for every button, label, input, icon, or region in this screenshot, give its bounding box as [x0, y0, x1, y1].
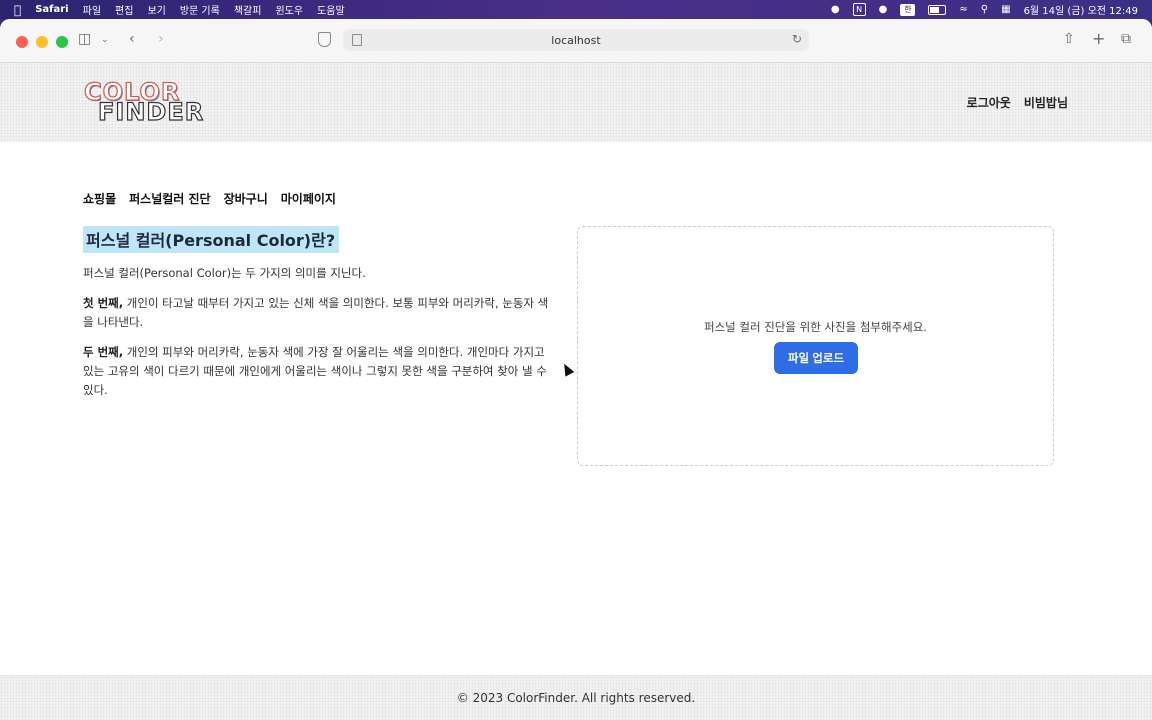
nav-cart[interactable]: 장바구니: [224, 190, 268, 207]
logout-link[interactable]: 로그아웃: [967, 94, 1011, 111]
reload-icon[interactable]: ↻: [792, 32, 802, 46]
address-text: localhost: [551, 33, 601, 47]
footer-copyright: © 2023 ColorFinder. All rights reserved.: [456, 691, 696, 705]
new-tab-button[interactable]: +: [1092, 29, 1105, 48]
paragraph-3-lead: 두 번째,: [83, 345, 124, 359]
menu-file[interactable]: 파일: [83, 2, 101, 17]
forward-button[interactable]: ›: [158, 31, 164, 47]
n-app-icon[interactable]: N: [852, 3, 866, 16]
apple-menu-icon[interactable]: : [14, 3, 21, 17]
browser-window: ◫ ⌄ ‹ › localhost ↻ ⇧ + ⧉ COLOR FINDER 로…: [0, 19, 1152, 720]
web-page: COLOR FINDER 로그아웃 비빔밥님 쇼핑몰 퍼스널컬러 진단 장바구니…: [0, 63, 1152, 720]
intro-section: 퍼스널 컬러(Personal Color)란? 퍼스널 컬러(Personal…: [83, 226, 551, 400]
back-button[interactable]: ‹: [129, 31, 135, 47]
page-icon: [352, 34, 362, 46]
intro-title: 퍼스널 컬러(Personal Color)란?: [83, 226, 340, 253]
wifi-icon[interactable]: ≈: [959, 4, 967, 15]
paragraph-2-text: 개인이 타고날 때부터 가지고 있는 신체 색을 의미한다. 보통 피부와 머리…: [83, 296, 549, 329]
macos-menubar:  Safari 파일 편집 보기 방문 기록 책갈피 윈도우 도움말 ● N …: [0, 0, 1152, 19]
colorfinder-logo[interactable]: COLOR FINDER: [83, 77, 205, 126]
menu-window[interactable]: 윈도우: [275, 2, 303, 17]
address-bar[interactable]: localhost ↻: [343, 29, 809, 51]
menu-bookmarks[interactable]: 책갈피: [234, 2, 262, 17]
paragraph-3-text: 개인의 피부와 머리카락, 눈동자 색에 가장 잘 어울리는 색을 의미한다. …: [83, 345, 547, 397]
menu-help[interactable]: 도움말: [317, 2, 345, 17]
minimize-window-button[interactable]: [36, 36, 48, 48]
record-icon[interactable]: ●: [831, 4, 840, 15]
share-icon[interactable]: ⇧: [1063, 31, 1075, 47]
logo-line-2: FINDER: [97, 97, 205, 126]
paragraph-2-lead: 첫 번째,: [83, 296, 124, 310]
upload-prompt: 퍼스널 컬러 진단을 위한 사진을 첨부해주세요.: [704, 320, 927, 334]
menu-edit[interactable]: 편집: [115, 2, 133, 17]
intro-paragraph-3: 두 번째, 개인의 피부와 머리카락, 눈동자 색에 가장 잘 어울리는 색을 …: [83, 343, 551, 400]
menu-app-name[interactable]: Safari: [35, 4, 68, 15]
site-footer: © 2023 ColorFinder. All rights reserved.: [0, 675, 1152, 720]
privacy-shield-icon[interactable]: [318, 32, 331, 47]
intro-paragraph-2: 첫 번째, 개인이 타고날 때부터 가지고 있는 신체 색을 의미한다. 보통 …: [83, 294, 551, 332]
nav-shop[interactable]: 쇼핑몰: [83, 190, 116, 207]
menu-view[interactable]: 보기: [147, 2, 165, 17]
nav-mypage[interactable]: 마이페이지: [281, 190, 336, 207]
spotlight-search-icon[interactable]: ⚲: [981, 4, 988, 15]
site-header: COLOR FINDER 로그아웃 비빔밥님: [0, 63, 1152, 142]
menu-history[interactable]: 방문 기록: [180, 2, 220, 17]
chat-icon[interactable]: ●: [879, 4, 888, 15]
fullscreen-window-button[interactable]: [56, 36, 68, 48]
menubar-clock[interactable]: 6월 14일 (금) 오전 12:49: [1024, 2, 1138, 17]
file-upload-button[interactable]: 파일 업로드: [774, 342, 858, 374]
header-links: 로그아웃 비빔밥님: [967, 94, 1068, 111]
control-center-icon[interactable]: ▦: [1001, 4, 1010, 15]
browser-toolbar: ◫ ⌄ ‹ › localhost ↻ ⇧ + ⧉: [0, 19, 1152, 63]
nav-personal-color-diagnosis[interactable]: 퍼스널컬러 진단: [129, 190, 210, 207]
photo-upload-dropzone[interactable]: 퍼스널 컬러 진단을 위한 사진을 첨부해주세요. 파일 업로드: [577, 226, 1054, 466]
tab-overview-icon[interactable]: ⧉: [1121, 31, 1131, 47]
close-window-button[interactable]: [16, 36, 28, 48]
mouse-cursor-icon: [559, 361, 575, 377]
input-method-indicator[interactable]: 한: [900, 3, 916, 16]
window-controls: [16, 36, 68, 48]
user-name-link[interactable]: 비빔밥님: [1024, 94, 1068, 111]
battery-icon[interactable]: [928, 4, 947, 15]
chevron-down-icon[interactable]: ⌄: [101, 35, 109, 45]
intro-paragraph-1: 퍼스널 컬러(Personal Color)는 두 가지의 의미를 지닌다.: [83, 266, 366, 280]
main-nav: 쇼핑몰 퍼스널컬러 진단 장바구니 마이페이지: [83, 190, 336, 207]
sidebar-toggle-icon[interactable]: ◫: [78, 31, 91, 47]
